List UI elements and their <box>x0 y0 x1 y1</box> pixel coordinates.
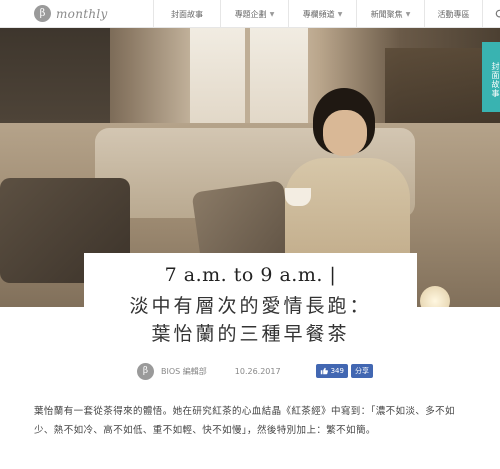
nav-item-label: 封面故事 <box>171 9 203 19</box>
cover-story-tag[interactable]: 封面故事 <box>482 42 500 112</box>
person-face <box>323 110 367 156</box>
search-icon <box>495 9 500 17</box>
top-navigation-bar: β monthly 封面故事 專題企劃 ▼ 專欄頻道 ▼ 新聞聚焦 ▼ 活動專區 <box>0 0 500 28</box>
chevron-down-icon: ▼ <box>337 10 343 18</box>
nav-item-label: 新聞聚焦 <box>370 9 403 19</box>
logo-text: monthly <box>56 6 108 21</box>
article-title-card: 7 a.m. to 9 a.m. | 淡中有層次的愛情長跑： 葉怡蘭的三種早餐茶 <box>84 253 417 357</box>
logo-mark: β <box>34 5 51 22</box>
nav-item-label: 專欄頻道 <box>302 9 335 19</box>
nav-item-label: 活動專區 <box>437 9 470 19</box>
nav-item-cover-story[interactable]: 封面故事 <box>153 0 220 28</box>
author-name[interactable]: BIOS 編輯部 <box>161 366 207 377</box>
chevron-down-icon: ▼ <box>269 10 275 18</box>
nav-item-special-projects[interactable]: 專題企劃 ▼ <box>220 0 288 28</box>
nav-item-label: 專題企劃 <box>234 9 267 19</box>
tea-cup <box>285 188 311 206</box>
facebook-share-button[interactable]: 分享 <box>350 364 373 378</box>
nav-item-events[interactable]: 活動專區 <box>424 0 482 28</box>
publish-date: 10.26.2017 <box>234 366 281 376</box>
author-avatar: β <box>137 362 154 380</box>
search-button[interactable] <box>482 0 500 28</box>
nav-item-columns[interactable]: 專欄頻道 ▼ <box>288 0 356 28</box>
like-count: 349 <box>330 367 344 375</box>
article-title-line1: 淡中有層次的愛情長跑： <box>129 295 372 317</box>
main-nav: 封面故事 專題企劃 ▼ 專欄頻道 ▼ 新聞聚焦 ▼ 活動專區 <box>153 0 500 28</box>
article-title-line2: 葉怡蘭的三種早餐茶 <box>151 323 350 345</box>
nav-item-news[interactable]: 新聞聚焦 ▼ <box>356 0 424 28</box>
thumbs-up-icon <box>320 367 328 375</box>
article-body: 葉怡蘭有一套從茶得來的體悟。她在研究紅茶的心血結晶《紅茶經》中寫到：「濃不如淡、… <box>34 406 455 436</box>
article-meta: β BIOS 編輯部 10.26.2017 349 分享 <box>137 362 373 380</box>
facebook-like-button[interactable]: 349 <box>315 364 348 378</box>
site-logo[interactable]: β monthly <box>34 5 108 22</box>
article-title-en: 7 a.m. to 9 a.m. | <box>164 264 337 286</box>
chevron-down-icon: ▼ <box>405 10 411 18</box>
